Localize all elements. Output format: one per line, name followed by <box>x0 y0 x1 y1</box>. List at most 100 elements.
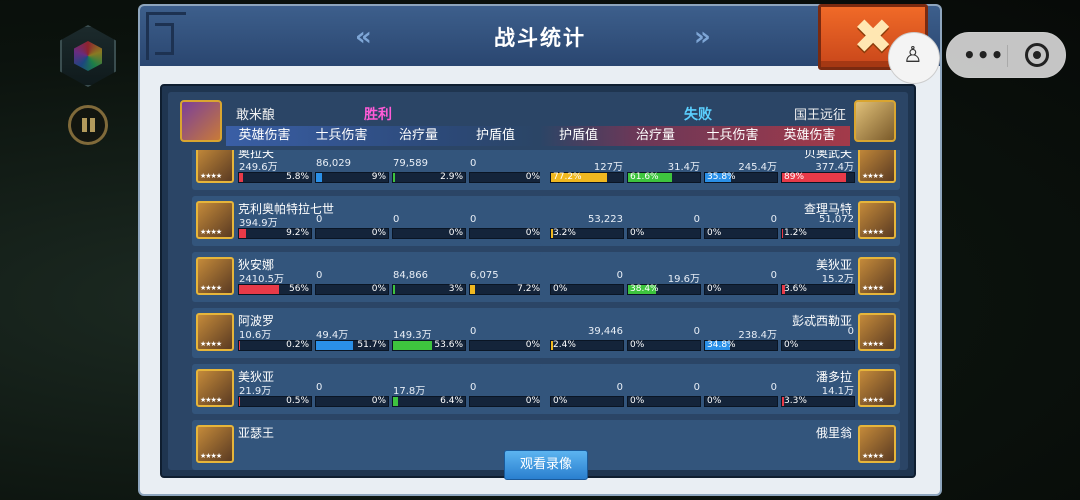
stat-percent: 38.4% <box>630 284 659 294</box>
table-row: ★★★★ 狄安娜 2410.5万 56% 0 0% 84,866 3% 6,075 7.2% ★★★… <box>168 252 908 302</box>
hero-portrait[interactable]: ★★★★ <box>858 201 896 239</box>
star-rating-icon: ★★★★ <box>200 284 222 292</box>
battle-stats-dialog: « 战斗统计 » ✖ 敢米酿 胜利 失败 国王远征 英雄伤害 士兵伤害 治疗量 … <box>140 4 940 494</box>
stat-bar: 61.6% <box>627 172 701 183</box>
stat-cell: 245.4万 35.8% <box>704 158 778 186</box>
stat-cell: 0 0% <box>627 214 701 242</box>
stat-percent: 0% <box>553 284 568 294</box>
hero-stats-list[interactable]: ★★★★ 奥拉夫 249.6万 5.8% 86,029 9% 79,589 2.9% 0 0% ★★… <box>168 150 908 472</box>
stat-bar: 0% <box>392 228 466 239</box>
stat-percent: 34.8% <box>707 340 736 350</box>
column-header: 治疗量 <box>635 128 675 143</box>
star-rating-icon: ★★★★ <box>862 452 884 460</box>
stat-value: 249.6万 <box>239 162 278 173</box>
stat-bar: 1.2% <box>781 228 855 239</box>
hero-portrait[interactable]: ★★★★ <box>858 150 896 183</box>
pause-icon[interactable] <box>68 105 108 145</box>
stat-percent: 35.8% <box>707 172 736 182</box>
hero-portrait[interactable]: ★★★★ <box>196 313 234 351</box>
hero-portrait[interactable]: ★★★★ <box>858 425 896 463</box>
stat-bar: 56% <box>238 284 312 295</box>
hero-portrait[interactable]: ★★★★ <box>196 369 234 407</box>
stat-value: 84,866 <box>393 270 428 281</box>
stat-bar: 9% <box>315 172 389 183</box>
hero-portrait[interactable]: ★★★★ <box>196 257 234 295</box>
stat-value: 0 <box>470 158 477 169</box>
stat-bar: 0% <box>315 228 389 239</box>
stat-cell: 14.1万 3.3% <box>781 382 855 410</box>
stat-value: 0 <box>470 214 477 225</box>
capsule-divider <box>1007 45 1008 67</box>
hero-portrait[interactable]: ★★★★ <box>196 425 234 463</box>
stat-bar: 9.2% <box>238 228 312 239</box>
stat-value: 19.6万 <box>667 274 700 285</box>
stat-bar: 51.7% <box>315 340 389 351</box>
stat-percent: 0% <box>525 172 540 182</box>
stat-bar: 38.4% <box>627 284 701 295</box>
left-hero-card: ★★★★ 克利奥帕特拉七世 394.9万 9.2% 0 0% 0 0% 0 0% <box>192 196 552 246</box>
stat-percent: 7.2% <box>517 284 540 294</box>
right-player-avatar[interactable] <box>854 100 896 142</box>
right-result-label: 失败 <box>684 107 712 123</box>
left-player-avatar[interactable] <box>180 100 222 142</box>
stat-bar: 0% <box>627 228 701 239</box>
stat-value: 17.8万 <box>393 386 426 397</box>
watch-replay-button[interactable]: 观看录像 <box>504 450 588 480</box>
stat-bar: 2.9% <box>392 172 466 183</box>
more-dots-icon[interactable]: ••• <box>963 43 1004 67</box>
column-header: 士兵伤害 <box>706 128 759 143</box>
stat-bar: 0.2% <box>238 340 312 351</box>
stat-bar: 3% <box>392 284 466 295</box>
double-chevron-right-icon[interactable]: » <box>694 24 711 50</box>
stat-bar: 7.2% <box>469 284 543 295</box>
stat-cell: 0 0% <box>550 270 624 298</box>
stat-percent: 0.2% <box>286 340 309 350</box>
stat-percent: 0% <box>371 396 386 406</box>
stat-bar: 0% <box>704 284 778 295</box>
stat-value: 0 <box>770 270 777 281</box>
target-circle-icon[interactable] <box>1025 43 1049 67</box>
stat-percent: 0% <box>448 228 463 238</box>
stat-cell: 0 0% <box>315 382 389 410</box>
column-header: 护盾值 <box>558 128 598 143</box>
stat-cell: 0 0% <box>469 158 543 186</box>
stat-value: 39,446 <box>588 326 623 337</box>
stats-panel-inner: 敢米酿 胜利 失败 国王远征 英雄伤害 士兵伤害 治疗量 护盾值 护盾值 治疗量… <box>168 92 908 480</box>
star-rating-icon: ★★★★ <box>862 172 884 180</box>
hero-portrait[interactable]: ★★★★ <box>858 369 896 407</box>
stat-value: 127万 <box>593 162 623 173</box>
left-column-headers: 英雄伤害 士兵伤害 治疗量 护盾值 <box>226 126 536 146</box>
star-rating-icon: ★★★★ <box>200 340 222 348</box>
stat-percent: 3% <box>448 284 463 294</box>
stat-cell: 15.2万 3.6% <box>781 270 855 298</box>
stat-cell: 0 0% <box>704 214 778 242</box>
stat-bar-fill <box>316 173 323 182</box>
stat-cell: 51,072 1.2% <box>781 214 855 242</box>
stat-bar: 35.8% <box>704 172 778 183</box>
hero-portrait[interactable]: ★★★★ <box>196 150 234 183</box>
stat-value: 245.4万 <box>738 162 777 173</box>
voice-icon[interactable]: ♙ <box>888 32 940 84</box>
stat-cell: 249.6万 5.8% <box>238 158 312 186</box>
right-hero-card: ★★★★ 潘多拉 0 0% 0 0% 0 0% 14.1万 3.3% <box>540 364 900 414</box>
stat-bar: 0% <box>315 284 389 295</box>
star-rating-icon: ★★★★ <box>200 452 222 460</box>
stat-value: 0 <box>693 214 700 225</box>
stat-percent: 6.4% <box>440 396 463 406</box>
stat-value: 0 <box>770 214 777 225</box>
stat-cell: 2410.5万 56% <box>238 270 312 298</box>
hero-portrait[interactable]: ★★★★ <box>858 257 896 295</box>
stat-cell: 31.4万 61.6% <box>627 158 701 186</box>
column-header: 英雄伤害 <box>783 128 836 143</box>
stat-bar-fill <box>393 397 398 406</box>
hero-portrait[interactable]: ★★★★ <box>858 313 896 351</box>
stat-bar: 0% <box>704 228 778 239</box>
hero-portrait[interactable]: ★★★★ <box>196 201 234 239</box>
stat-percent: 0% <box>525 396 540 406</box>
stat-cell: 39,446 2.4% <box>550 326 624 354</box>
stat-value: 377.4万 <box>815 162 854 173</box>
stat-bar-fill <box>470 285 476 294</box>
star-rating-icon: ★★★★ <box>862 396 884 404</box>
stat-value: 0 <box>847 326 854 337</box>
stat-value: 0 <box>693 326 700 337</box>
